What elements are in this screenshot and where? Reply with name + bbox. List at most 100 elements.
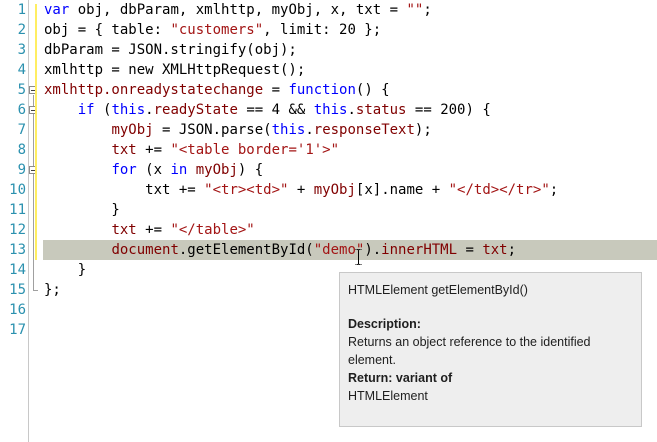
code-token: "</td></tr>" [448, 182, 550, 198]
code-line: dbParam = JSON.stringify(obj); [44, 40, 297, 60]
code-line: txt += "<tr><td>" + myObj[x].name + "</t… [44, 180, 558, 200]
code-token: "<tr><td>" [204, 182, 289, 198]
code-token: , limit: 20 }; [263, 22, 382, 38]
line-number: 7 [17, 122, 26, 138]
code-line: xmlhttp = new XMLHttpRequest(); [44, 60, 305, 80]
code-token: "<table border='1'>" [170, 142, 340, 158]
code-line: if (this.readyState == 4 && this.status … [44, 100, 491, 120]
tooltip-description-text: Returns an object reference to the ident… [348, 335, 591, 367]
line-number: 14 [9, 262, 26, 278]
fold-margin [28, 0, 40, 442]
code-token: . [305, 122, 314, 138]
code-token: myObj [195, 162, 238, 178]
code-token: ; [423, 2, 432, 18]
code-token: var [44, 2, 70, 18]
line-number: 16 [9, 302, 26, 318]
code-token: readyState [153, 102, 238, 118]
code-line: var obj, dbParam, xmlhttp, myObj, x, txt… [44, 0, 432, 20]
ibeam-cursor-icon [355, 249, 362, 265]
code-token: txt [111, 222, 137, 238]
intellisense-tooltip: HTMLElement getElementById() Description… [339, 272, 642, 427]
code-token: this [271, 122, 306, 138]
code-token: status [355, 102, 407, 118]
code-token: in [170, 162, 188, 178]
code-line: } [44, 260, 86, 280]
code-line: document.getElementById("demo").innerHTM… [44, 240, 516, 260]
code-token: txt [111, 142, 137, 158]
code-token: "</table>" [170, 222, 255, 238]
line-number: 2 [17, 22, 26, 38]
code-token: (x [136, 162, 171, 178]
line-number: 13 [9, 242, 26, 258]
code-token: = [263, 82, 289, 98]
code-token: + [288, 182, 314, 198]
code-token: ); [414, 122, 432, 138]
code-token: ). [364, 242, 382, 258]
code-line: xmlhttp.onreadystatechange = function() … [44, 80, 390, 100]
code-token: } [44, 202, 120, 218]
code-token: } [44, 262, 87, 278]
line-number-gutter: 1 2 3 4 5 6 7 8 9 10 11 12 13 14 15 16 17 [0, 0, 29, 442]
code-token: this [111, 102, 146, 118]
line-number: 12 [9, 222, 26, 238]
line-number: 1 [17, 2, 26, 18]
code-token: [x].name + [355, 182, 449, 198]
code-token: for [111, 162, 137, 178]
code-token: dbParam = JSON.stringify(obj); [44, 42, 297, 58]
code-token: if [77, 102, 95, 118]
code-token: () { [355, 82, 390, 98]
code-line: myObj = JSON.parse(this.responseText); [44, 120, 432, 140]
line-number: 4 [17, 62, 26, 78]
line-number: 5 [17, 82, 26, 98]
tooltip-return-value: HTMLElement [348, 389, 428, 403]
code-line: }; [44, 280, 61, 300]
tooltip-description-label: Description: [348, 317, 421, 331]
code-token: = [457, 242, 483, 258]
line-number: 10 [9, 182, 26, 198]
line-number: 17 [9, 322, 26, 338]
code-token: obj, dbParam, xmlhttp, myObj, x, txt = [69, 2, 407, 18]
code-token: == 200) { [406, 102, 491, 118]
code-token: this [313, 102, 348, 118]
fold-guide [33, 95, 34, 291]
tooltip-return-label: Return: variant of [348, 371, 453, 385]
code-line: } [44, 200, 120, 220]
code-token: txt [482, 242, 508, 258]
code-token: function [288, 82, 356, 98]
code-token: ( [94, 102, 112, 118]
code-token: . [347, 102, 356, 118]
code-token: == 4 && [237, 102, 314, 118]
code-token: }; [44, 282, 61, 298]
code-line: obj = { table: "customers", limit: 20 }; [44, 20, 381, 40]
code-token: ; [549, 182, 559, 198]
change-indicator [35, 4, 37, 260]
code-token: responseText [313, 122, 415, 138]
code-token: txt += [44, 182, 205, 198]
line-number: 6 [17, 102, 26, 118]
code-token: "customers" [170, 22, 264, 38]
fold-end-mark [33, 290, 38, 291]
code-token: xmlhttp.onreadystatechange [44, 82, 264, 98]
code-token: = JSON.parse( [153, 122, 272, 138]
code-token: . [145, 102, 154, 118]
code-token: ; [507, 242, 517, 258]
code-line: txt += "<table border='1'>" [44, 140, 339, 160]
code-token: innerHTML [381, 242, 458, 258]
code-token: xmlhttp = new XMLHttpRequest(); [44, 62, 306, 78]
code-line: txt += "</table>" [44, 220, 255, 240]
line-number: 9 [17, 162, 26, 178]
code-line: for (x in myObj) { [44, 160, 263, 180]
code-token: ) { [237, 162, 264, 178]
code-token: += [136, 222, 171, 238]
code-token: myObj [111, 122, 154, 138]
code-token: .getElementById( [178, 242, 314, 258]
line-number: 3 [17, 42, 26, 58]
line-number: 15 [9, 282, 26, 298]
